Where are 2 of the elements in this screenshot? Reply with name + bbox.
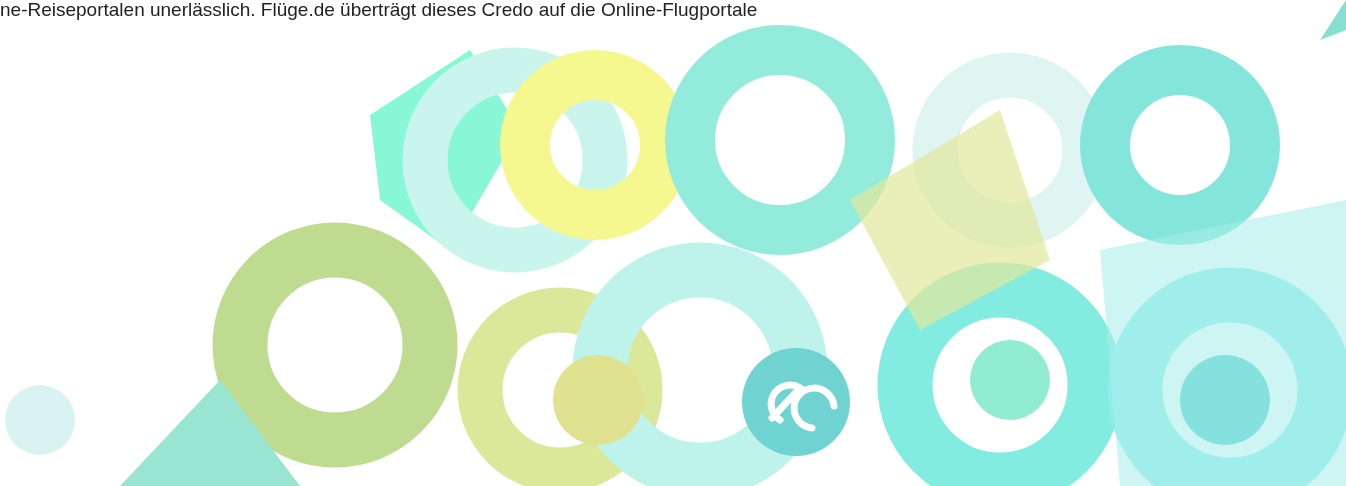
logo-icon	[742, 348, 850, 456]
intro-text: ne-Reiseportalen unerlässlich. Flüge.de überträgt dieses Credo auf die Online-Flugportale	[0, 0, 758, 20]
